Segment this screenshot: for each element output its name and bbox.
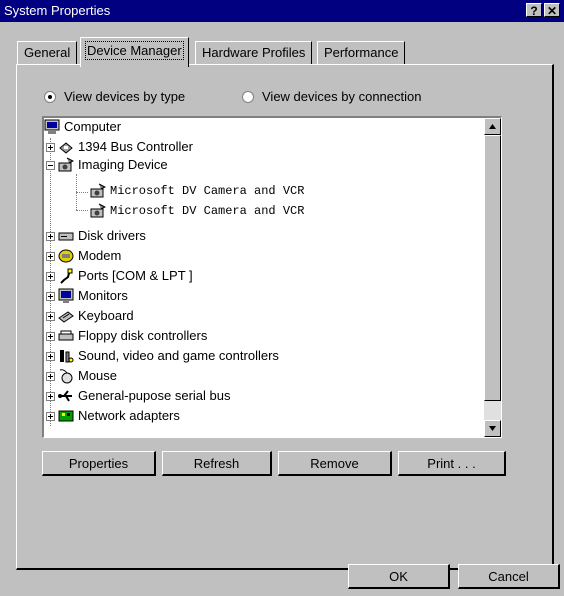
vertical-scrollbar[interactable]: [484, 118, 501, 437]
cancel-button[interactable]: Cancel: [458, 564, 560, 589]
expand-serial-bus[interactable]: [46, 392, 55, 401]
scroll-thumb[interactable]: [484, 135, 501, 401]
collapse-imaging-device[interactable]: [46, 161, 55, 170]
help-icon: ?: [530, 4, 538, 18]
camera-icon: [90, 203, 106, 218]
mouse-icon: [59, 369, 73, 384]
camera-icon: [90, 183, 106, 198]
view-by-type-radio[interactable]: [44, 91, 56, 103]
window-title: System Properties: [4, 3, 111, 18]
properties-button[interactable]: Properties: [42, 451, 156, 476]
print-button[interactable]: Print . . .: [398, 451, 506, 476]
expand-1394-bus-controller[interactable]: [46, 143, 55, 152]
computer-icon: [44, 119, 60, 134]
help-button[interactable]: ?: [526, 3, 542, 18]
tab-device-manager[interactable]: Device Manager: [80, 37, 189, 67]
arrow-up-icon: [489, 124, 496, 129]
scroll-down-button[interactable]: [484, 420, 501, 437]
expand-monitors[interactable]: [46, 292, 55, 301]
view-by-connection-label: View devices by connection: [262, 89, 422, 104]
usb-icon: [58, 390, 72, 402]
title-bar: System Properties ? ✕: [0, 0, 564, 22]
expand-disk-drivers[interactable]: [46, 232, 55, 241]
floppy-controller-icon: [58, 330, 74, 341]
expand-modem[interactable]: [46, 252, 55, 261]
view-by-type-label: View devices by type: [64, 89, 186, 104]
expand-sound-controllers[interactable]: [46, 352, 55, 361]
tab-hardware-profiles[interactable]: Hardware Profiles: [195, 41, 313, 65]
view-by-connection-radio[interactable]: [242, 91, 254, 103]
bus-controller-icon: [59, 142, 73, 154]
port-icon: [60, 268, 73, 284]
close-button[interactable]: ✕: [544, 3, 560, 18]
device-tree[interactable]: Computer 1394 Bus Controller Imaging Dev…: [42, 116, 502, 438]
expand-keyboard[interactable]: [46, 312, 55, 321]
keyboard-icon: [58, 311, 74, 323]
expand-ports[interactable]: [46, 272, 55, 281]
expand-network-adapters[interactable]: [46, 412, 55, 421]
disk-drive-icon: [58, 232, 74, 241]
close-icon: ✕: [546, 4, 558, 18]
remove-button[interactable]: Remove: [278, 451, 392, 476]
arrow-down-icon: [489, 426, 496, 431]
monitor-icon: [58, 288, 74, 303]
expand-floppy-controllers[interactable]: [46, 332, 55, 341]
modem-icon: [58, 249, 74, 263]
camera-icon: [58, 157, 74, 172]
network-adapter-icon: [58, 410, 74, 422]
tab-general[interactable]: General: [17, 41, 78, 65]
ok-button[interactable]: OK: [348, 564, 450, 589]
refresh-button[interactable]: Refresh: [162, 451, 272, 476]
sound-controller-icon: [60, 350, 74, 363]
expand-mouse[interactable]: [46, 372, 55, 381]
scroll-up-button[interactable]: [484, 118, 501, 135]
tab-performance[interactable]: Performance: [317, 41, 406, 65]
